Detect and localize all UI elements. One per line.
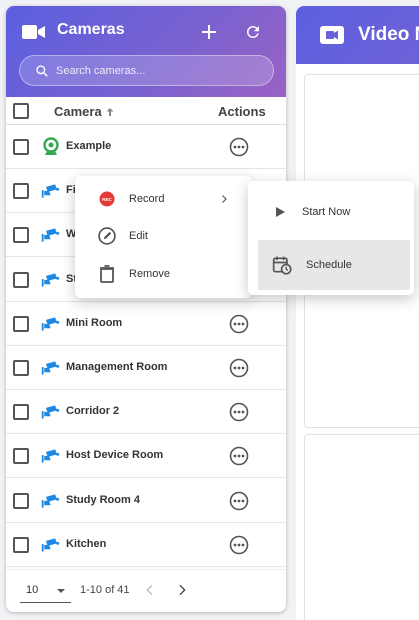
- video-camera-icon: [320, 26, 344, 44]
- start-now-label: Start Now: [302, 206, 351, 218]
- table-row[interactable]: Host Device Room: [6, 434, 286, 479]
- camera-name: Host Device Room: [66, 449, 164, 462]
- panel-title: Cameras: [57, 21, 125, 38]
- rows-per-page-value: 10: [26, 584, 39, 596]
- cctv-icon: [41, 358, 61, 378]
- camera-name: Example: [66, 140, 112, 152]
- cameras-header: Cameras: [6, 6, 286, 97]
- actions-column-header: Actions: [218, 104, 266, 119]
- table-row[interactable]: Corridor 2: [6, 390, 286, 435]
- edit-menu-item[interactable]: Edit: [75, 217, 252, 255]
- edit-label: Edit: [129, 230, 148, 242]
- chevron-left-icon[interactable]: [142, 582, 158, 598]
- video-header: Video M: [296, 6, 419, 64]
- more-actions-icon[interactable]: [229, 137, 249, 157]
- rec-icon: REC: [97, 189, 117, 209]
- table-row[interactable]: Example: [6, 125, 286, 169]
- more-actions-icon[interactable]: [229, 402, 249, 422]
- record-label: Record: [129, 193, 165, 205]
- camera-column-header[interactable]: Camera: [54, 104, 116, 119]
- caret-down-icon: [57, 589, 65, 593]
- row-checkbox[interactable]: [13, 183, 29, 200]
- schedule-menu-item[interactable]: Schedule: [258, 240, 410, 290]
- table-row[interactable]: Kitchen: [6, 522, 286, 567]
- add-camera-button[interactable]: [196, 19, 222, 45]
- chevron-right-icon: [222, 195, 227, 203]
- calendar-clock-icon: [272, 255, 292, 275]
- refresh-icon: [246, 25, 259, 38]
- video-panel-title: Video M: [358, 24, 419, 45]
- start-now-menu-item[interactable]: Start Now: [248, 193, 414, 231]
- video-panel: Video M: [296, 6, 419, 620]
- cctv-icon: [41, 270, 61, 290]
- cctv-icon: [41, 491, 61, 511]
- camera-column-label: Camera: [54, 104, 102, 119]
- row-checkbox[interactable]: [13, 315, 29, 332]
- cctv-icon: [41, 225, 61, 245]
- play-icon: [270, 202, 290, 222]
- cctv-icon: [41, 314, 61, 334]
- camera-name: Corridor 2: [66, 405, 120, 418]
- more-actions-icon[interactable]: [229, 358, 249, 378]
- video-camera-icon: [22, 25, 45, 39]
- cctv-icon: [41, 181, 61, 201]
- table-header: Camera Actions: [6, 97, 286, 125]
- more-actions-icon[interactable]: [229, 491, 249, 511]
- row-checkbox[interactable]: [13, 360, 29, 376]
- edit-icon: [97, 226, 117, 246]
- schedule-label: Schedule: [306, 259, 352, 271]
- row-checkbox[interactable]: [13, 492, 29, 509]
- plus-icon: [202, 25, 216, 39]
- trash-icon: [97, 264, 117, 284]
- record-submenu: Start Now Schedule: [248, 181, 414, 295]
- search-input[interactable]: [56, 64, 256, 77]
- row-checkbox[interactable]: [13, 448, 29, 465]
- table-row[interactable]: Mini Room: [6, 301, 286, 346]
- record-menu-item[interactable]: REC Record: [75, 180, 252, 218]
- page-range: 1-10 of 41: [80, 584, 130, 596]
- sort-arrow-up-icon: [106, 107, 114, 116]
- cctv-icon: [41, 402, 61, 422]
- search-box: [19, 55, 274, 86]
- row-checkbox[interactable]: [13, 536, 29, 553]
- more-actions-icon[interactable]: [229, 314, 249, 334]
- camera-context-menu: REC Record Edit Remove: [75, 176, 252, 298]
- row-checkbox[interactable]: [13, 404, 29, 421]
- camera-name: Kitchen: [66, 537, 107, 550]
- webcam-icon: [41, 137, 61, 157]
- rows-per-page-select[interactable]: 10: [20, 579, 71, 603]
- pagination-bar: 10 1-10 of 41: [6, 569, 286, 612]
- video-tile: [304, 434, 419, 620]
- remove-label: Remove: [129, 268, 170, 280]
- select-all-checkbox[interactable]: [13, 103, 29, 119]
- table-row[interactable]: Management Room: [6, 346, 286, 390]
- row-checkbox[interactable]: [13, 271, 29, 288]
- cctv-icon: [41, 446, 61, 466]
- search-icon: [36, 64, 48, 77]
- more-actions-icon[interactable]: [229, 446, 249, 466]
- table-row[interactable]: Study Room 4: [6, 478, 286, 523]
- remove-menu-item[interactable]: Remove: [75, 255, 252, 293]
- camera-name: Study Room 4: [66, 493, 140, 506]
- row-checkbox[interactable]: [13, 227, 29, 244]
- row-checkbox[interactable]: [13, 139, 29, 155]
- refresh-button[interactable]: [240, 19, 266, 45]
- cameras-panel: Cameras Camera Actions E: [6, 6, 286, 612]
- cctv-icon: [41, 535, 61, 555]
- svg-text:REC: REC: [102, 197, 112, 202]
- camera-name: Management Room: [66, 361, 168, 373]
- more-actions-icon[interactable]: [229, 535, 249, 555]
- camera-name: Mini Room: [66, 316, 123, 329]
- chevron-right-icon[interactable]: [174, 582, 190, 598]
